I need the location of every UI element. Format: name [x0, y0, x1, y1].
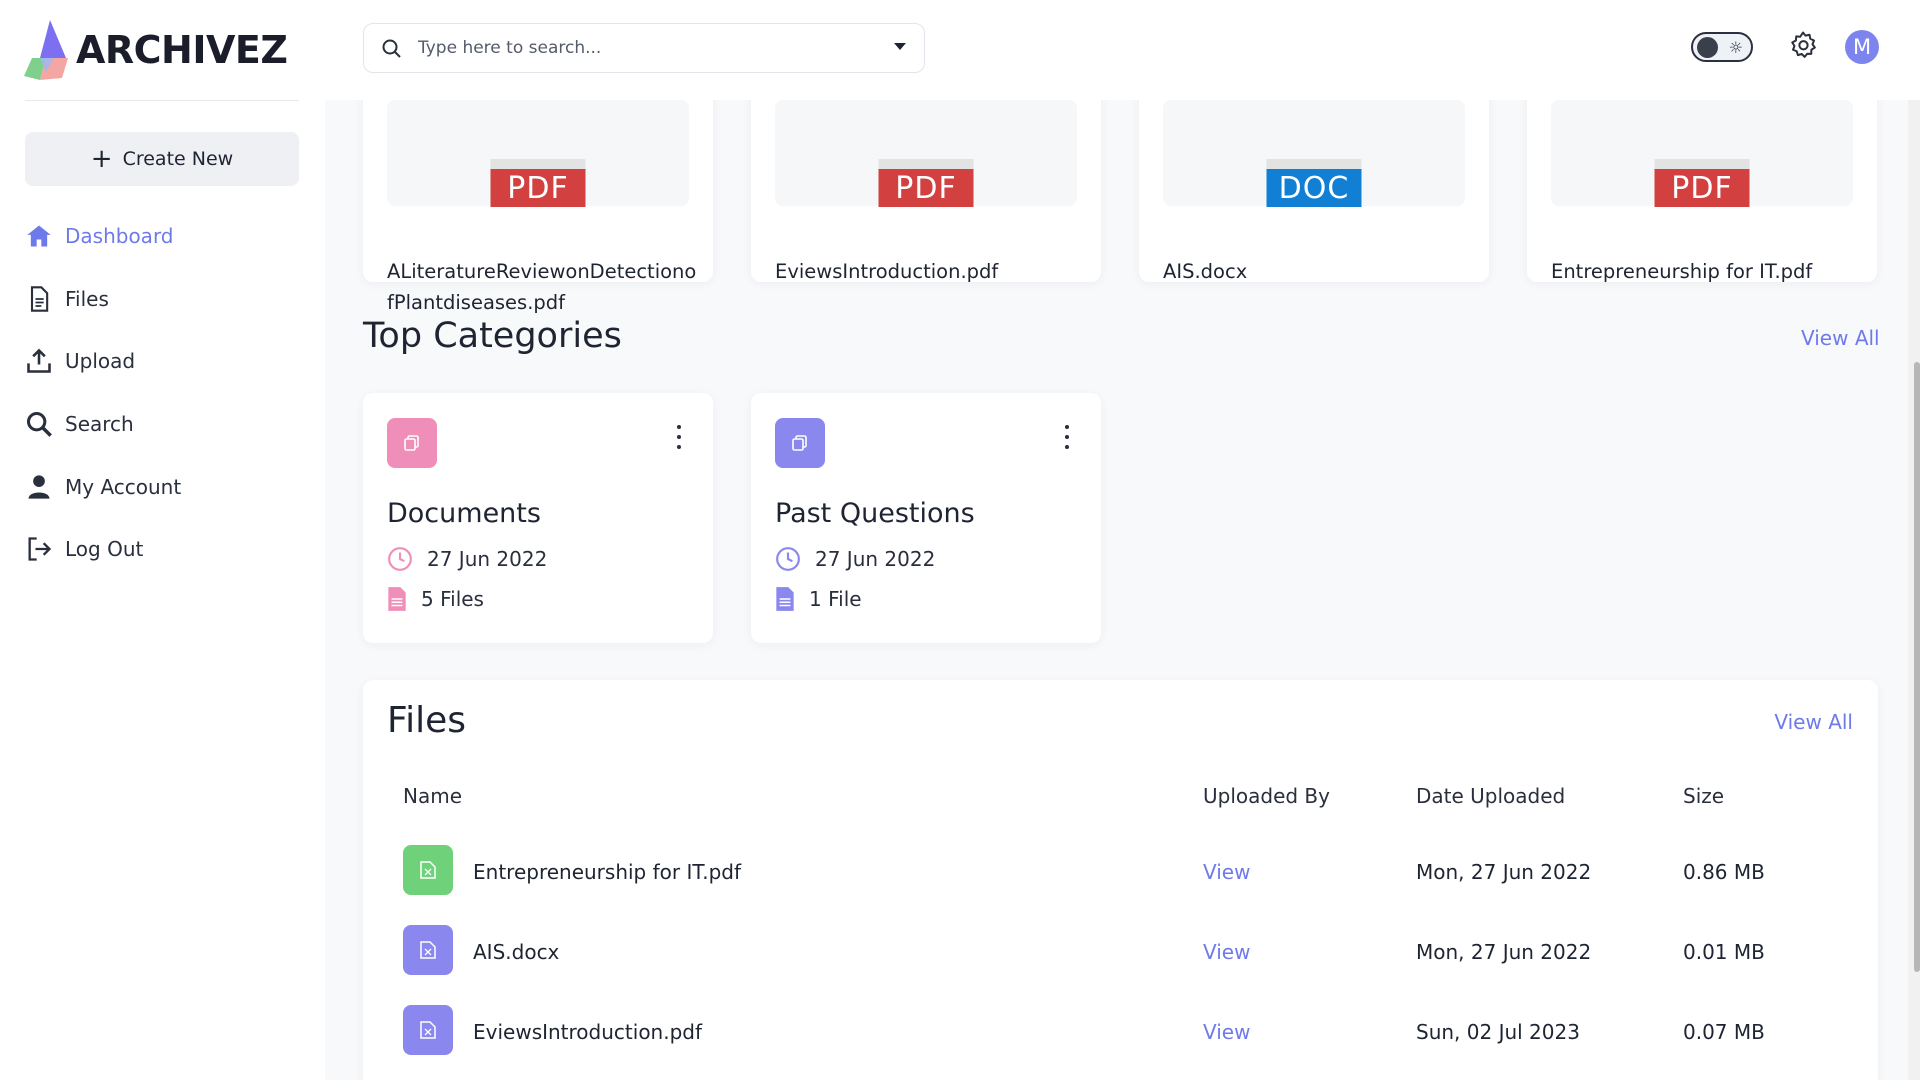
document-icon: [388, 587, 406, 611]
avatar[interactable]: M: [1845, 30, 1879, 64]
sidebar-item-label: Upload: [65, 349, 136, 374]
table-row[interactable]: Entrepreneurship for IT.pdf View Mon, 27…: [363, 840, 1878, 904]
category-file-count: 5 Files: [387, 586, 484, 612]
file-name-cell[interactable]: EviewsIntroduction.pdf: [473, 1020, 702, 1044]
search-input[interactable]: Type here to search...: [363, 23, 925, 73]
column-header-size[interactable]: Size: [1683, 784, 1724, 808]
sidebar-item-upload[interactable]: Upload: [25, 330, 299, 393]
uploaded-by-link[interactable]: View: [1203, 860, 1250, 884]
gear-icon[interactable]: [1788, 30, 1818, 60]
sidebar-item-search[interactable]: Search: [25, 393, 299, 456]
section-title-files: Files: [387, 700, 466, 741]
category-file-count: 1 File: [775, 586, 862, 612]
sidebar-nav: Dashboard Files Upload Search My Account…: [25, 205, 299, 581]
date-uploaded-cell: Mon, 27 Jun 2022: [1416, 860, 1592, 884]
size-cell: 0.01 MB: [1683, 940, 1765, 964]
category-title: Documents: [387, 498, 541, 529]
document-icon: [776, 587, 794, 611]
search-icon: [382, 39, 401, 58]
file-type-icon: [403, 925, 453, 975]
uploaded-by-link[interactable]: View: [1203, 940, 1250, 964]
category-card[interactable]: Documents 27 Jun 2022 5 Files: [363, 393, 713, 643]
search-placeholder: Type here to search...: [418, 38, 602, 58]
size-cell: 0.07 MB: [1683, 1020, 1765, 1044]
category-card[interactable]: Past Questions 27 Jun 2022 1 File: [751, 393, 1101, 643]
pdf-icon: PDF: [878, 159, 974, 207]
plus-icon: +: [90, 144, 113, 174]
chevron-down-icon[interactable]: [894, 43, 906, 50]
files-view-all-link[interactable]: View All: [1774, 710, 1853, 734]
sidebar-item-log-out[interactable]: Log Out: [25, 518, 299, 581]
category-date: 27 Jun 2022: [387, 546, 547, 572]
file-type-icon: [403, 845, 453, 895]
sidebar-item-label: Log Out: [65, 537, 144, 562]
category-date-text: 27 Jun 2022: [815, 547, 936, 571]
clock-icon: [388, 547, 412, 571]
table-row[interactable]: EviewsIntroduction.pdf View Sun, 02 Jul …: [363, 1000, 1878, 1064]
home-icon: [27, 225, 51, 247]
more-options-icon[interactable]: [675, 425, 683, 449]
sidebar-item-label: Search: [65, 412, 134, 437]
sidebar-item-files[interactable]: Files: [25, 268, 299, 331]
size-cell: 0.86 MB: [1683, 860, 1765, 884]
pdf-icon: PDF: [1654, 159, 1750, 207]
logo-icon: [24, 20, 68, 80]
file-name: EviewsIntroduction.pdf: [775, 260, 999, 283]
search-icon: [26, 412, 52, 437]
category-date: 27 Jun 2022: [775, 546, 935, 572]
files-table-card: Files View All Name Uploaded By Date Upl…: [363, 680, 1878, 1080]
logout-icon: [28, 537, 52, 561]
sidebar-item-my-account[interactable]: My Account: [25, 455, 299, 518]
section-title-top-categories: Top Categories: [363, 316, 622, 356]
pdf-icon: PDF: [490, 159, 586, 207]
date-uploaded-cell: Mon, 27 Jun 2022: [1416, 940, 1592, 964]
category-date-text: 27 Jun 2022: [427, 547, 548, 571]
category-icon: [775, 418, 825, 468]
scrollbar-thumb[interactable]: [1914, 362, 1920, 972]
sidebar: ARCHIVEZ + Create New Dashboard Files Up…: [0, 0, 325, 1080]
file-icon: [30, 286, 49, 312]
create-new-button[interactable]: + Create New: [25, 132, 299, 186]
upload-icon: [27, 349, 51, 374]
sidebar-divider: [25, 100, 299, 101]
sidebar-item-dashboard[interactable]: Dashboard: [25, 205, 299, 268]
file-type-icon: [403, 1005, 453, 1055]
sidebar-item-label: Dashboard: [65, 224, 174, 249]
more-options-icon[interactable]: [1063, 425, 1071, 449]
topbar: Type here to search... ☼ M: [325, 0, 1920, 100]
user-icon: [28, 475, 50, 499]
clock-icon: [776, 547, 800, 571]
category-files-text: 1 File: [809, 587, 862, 611]
category-icon: [387, 418, 437, 468]
file-name-cell[interactable]: Entrepreneurship for IT.pdf: [473, 860, 741, 884]
theme-toggle[interactable]: ☼: [1691, 32, 1753, 62]
column-header-name[interactable]: Name: [403, 784, 462, 808]
uploaded-by-link[interactable]: View: [1203, 1020, 1250, 1044]
doc-icon: DOC: [1266, 159, 1362, 207]
table-row[interactable]: AIS.docx View Mon, 27 Jun 2022 0.01 MB: [363, 920, 1878, 984]
date-uploaded-cell: Sun, 02 Jul 2023: [1416, 1020, 1580, 1044]
app-logo[interactable]: ARCHIVEZ: [22, 18, 288, 82]
sun-icon: ☼: [1728, 38, 1743, 57]
file-name: ALiteratureReviewonDetectionofPlantdisea…: [387, 260, 697, 314]
sidebar-item-label: My Account: [65, 474, 182, 499]
sidebar-item-label: Files: [65, 286, 109, 311]
file-name: AIS.docx: [1163, 260, 1248, 283]
file-name-cell[interactable]: AIS.docx: [473, 940, 559, 964]
category-title: Past Questions: [775, 498, 975, 529]
create-new-label: Create New: [122, 148, 234, 170]
category-files-text: 5 Files: [421, 587, 484, 611]
column-header-uploaded-by[interactable]: Uploaded By: [1203, 784, 1330, 808]
categories-view-all-link[interactable]: View All: [1801, 326, 1880, 350]
file-name: Entrepreneurship for IT.pdf: [1551, 260, 1813, 283]
column-header-date-uploaded[interactable]: Date Uploaded: [1416, 784, 1565, 808]
app-name: ARCHIVEZ: [76, 28, 288, 72]
toggle-knob: [1697, 37, 1718, 58]
